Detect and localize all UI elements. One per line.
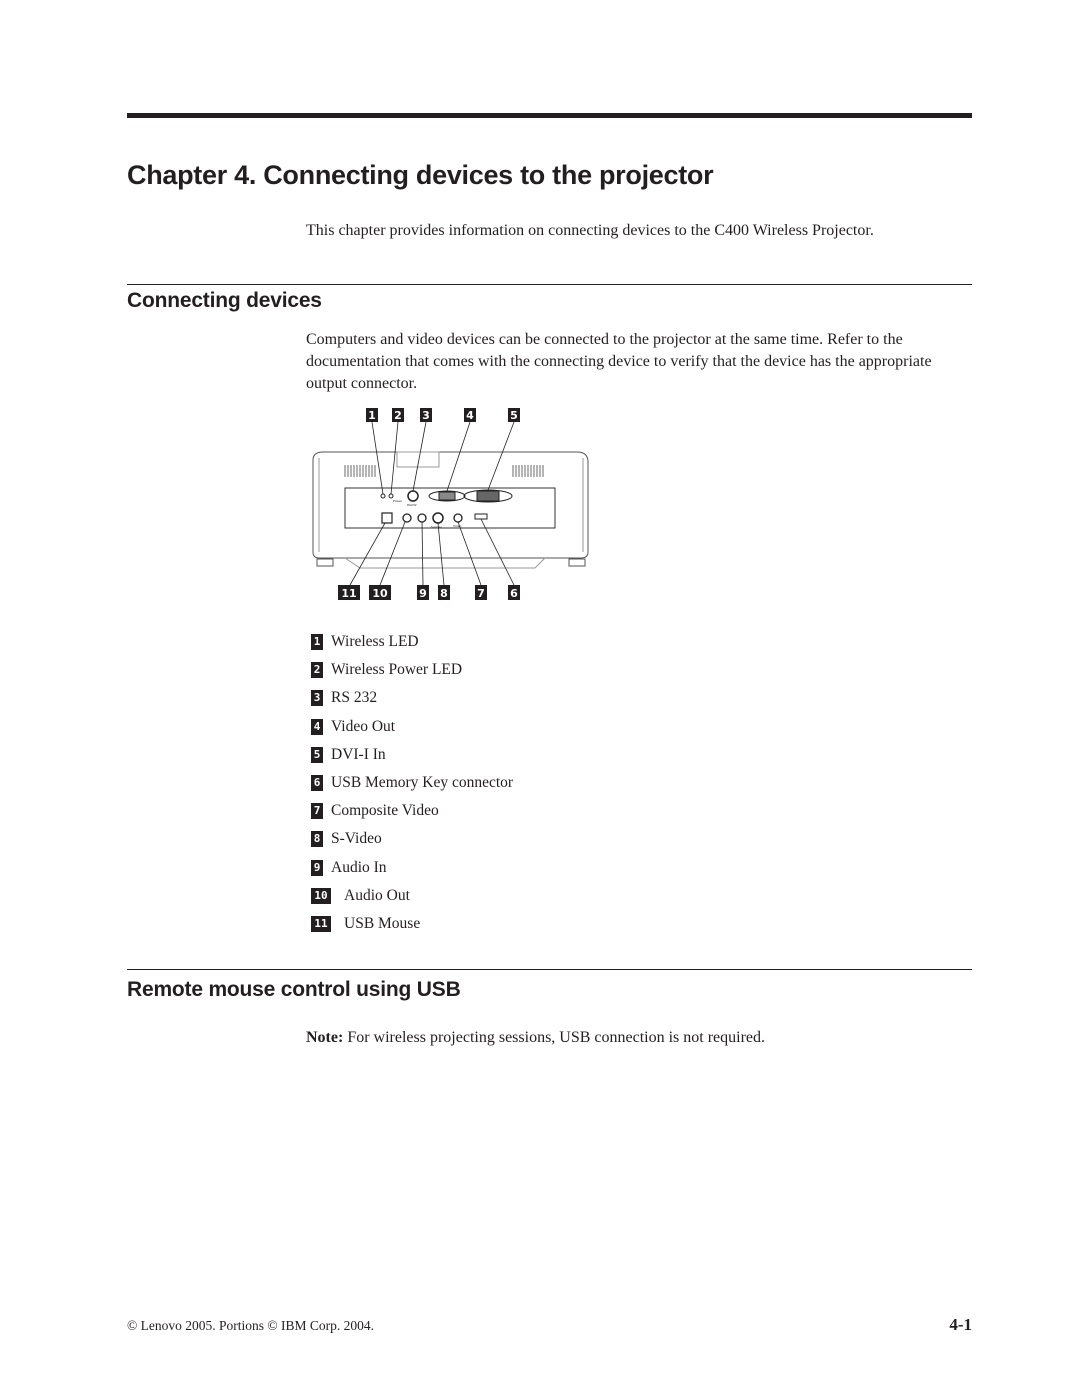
legend-label: DVI-I In <box>331 745 386 763</box>
connector-legend: 1 Wireless LED 2 Wireless Power LED 3 RS 23… <box>311 628 513 938</box>
legend-item: 2 Wireless Power LED <box>311 656 513 684</box>
legend-number-badge: 3 <box>311 690 323 707</box>
right-foot <box>568 558 586 567</box>
usb-mouse-port <box>381 512 393 524</box>
legend-number-badge: 1 <box>311 634 323 651</box>
bottom-callouts: 11 10 9 8 7 6 <box>338 585 520 600</box>
legend-item: 7 Composite Video <box>311 797 513 825</box>
projector-rear-panel-figure: Power RS232 S-Video Video 1 2 3 4 5 11 1… <box>312 408 589 600</box>
legend-label: Wireless Power LED <box>331 661 463 679</box>
rs232-port <box>407 490 419 502</box>
section-rule <box>127 284 972 285</box>
callout-2-label: 2 <box>394 409 402 422</box>
chapter-top-rule <box>127 113 972 118</box>
legend-label: Audio Out <box>344 886 410 904</box>
legend-label: S-Video <box>331 830 382 848</box>
page-number: 4-1 <box>949 1315 972 1334</box>
legend-item: 4 Video Out <box>311 713 513 741</box>
legend-item: 3 RS 232 <box>311 684 513 712</box>
legend-item: 9 Audio In <box>311 854 513 882</box>
audio-out-port <box>402 513 412 523</box>
legend-item: 10 Audio Out <box>311 882 513 910</box>
left-vent <box>344 465 376 477</box>
legend-label: USB Mouse <box>344 914 421 932</box>
section-title-connecting-devices: Connecting devices <box>127 289 322 312</box>
legend-label: RS 232 <box>331 689 378 707</box>
left-foot <box>316 558 334 567</box>
callout-10-label: 10 <box>372 587 388 600</box>
legend-item: 11 USB Mouse <box>311 910 513 938</box>
video-out-port <box>438 491 456 501</box>
legend-label: Video Out <box>331 717 396 735</box>
legend-number-badge: 7 <box>311 803 323 820</box>
callout-6-label: 6 <box>510 587 518 600</box>
top-callouts: 1 2 3 4 5 <box>366 408 520 422</box>
section-paragraph: Computers and video devices can be conne… <box>306 331 932 392</box>
callout-8-label: 8 <box>440 587 448 600</box>
legend-number-badge: 10 <box>311 887 331 904</box>
legend-number-badge: 2 <box>311 662 323 679</box>
legend-number-badge: 4 <box>311 718 323 735</box>
callout-11-label: 11 <box>341 587 356 600</box>
chapter-intro: This chapter provides information on con… <box>306 222 874 239</box>
rs232-label: RS232 <box>407 503 417 507</box>
legend-number-badge: 6 <box>311 775 323 792</box>
dvi-port <box>476 490 500 502</box>
legend-number-badge: 8 <box>311 831 323 848</box>
composite-video-port <box>453 513 463 523</box>
callout-1-label: 1 <box>368 409 376 422</box>
legend-label: Wireless LED <box>331 633 419 651</box>
power-label: Power <box>393 499 403 503</box>
note-label: Note: <box>306 1029 344 1046</box>
legend-number-badge: 5 <box>311 746 323 763</box>
footer-copyright: © Lenovo 2005. Portions © IBM Corp. 2004… <box>127 1318 375 1333</box>
legend-label: Composite Video <box>331 802 439 820</box>
note: Note: For wireless projecting sessions, … <box>306 1027 765 1049</box>
right-vent <box>512 465 544 477</box>
callout-3-label: 3 <box>422 409 430 422</box>
s-video-port <box>432 512 444 524</box>
wireless-power-led <box>388 493 394 499</box>
section-title-remote-mouse: Remote mouse control using USB <box>127 978 461 1001</box>
section-rule <box>127 969 972 970</box>
usb-memory-key-port <box>474 513 488 520</box>
legend-label: USB Memory Key connector <box>331 774 514 792</box>
callout-9-label: 9 <box>419 587 427 600</box>
s-video-label: S-Video <box>431 525 442 529</box>
callout-5-label: 5 <box>510 409 518 422</box>
legend-item: 5 DVI-I In <box>311 741 513 769</box>
callout-7-label: 7 <box>477 587 485 600</box>
note-text: For wireless projecting sessions, USB co… <box>343 1029 766 1046</box>
audio-in-port <box>417 513 427 523</box>
legend-number-badge: 11 <box>311 915 331 932</box>
chapter-title: Chapter 4. Connecting devices to the pro… <box>127 160 714 190</box>
callout-4-label: 4 <box>466 409 474 422</box>
legend-item: 1 Wireless LED <box>311 628 513 656</box>
wireless-led <box>380 493 386 499</box>
legend-number-badge: 9 <box>311 859 323 876</box>
legend-label: Audio In <box>331 858 387 876</box>
legend-item: 8 S-Video <box>311 825 513 853</box>
legend-item: 6 USB Memory Key connector <box>311 769 513 797</box>
